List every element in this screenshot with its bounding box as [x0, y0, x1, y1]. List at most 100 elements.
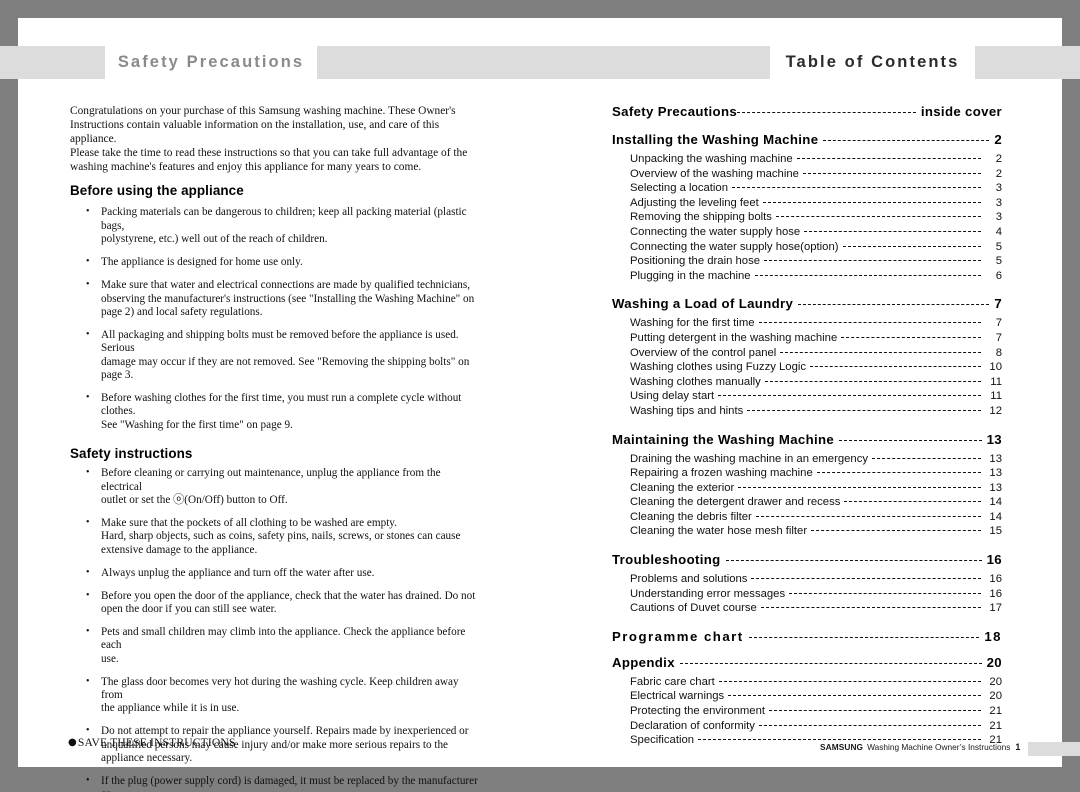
toc-leader-dots	[718, 680, 981, 682]
toc-leader-dots	[728, 695, 981, 697]
toc-major-entry[interactable]: Appendix 20	[612, 655, 1002, 670]
toc-entry-label: Understanding error messages	[630, 587, 786, 600]
list-item: Before washing clothes for the first tim…	[70, 391, 480, 432]
list-item: Make sure that water and electrical conn…	[70, 278, 480, 319]
toc-leader-dots	[816, 472, 981, 474]
toc-minor-entry[interactable]: Selecting a location 3	[630, 181, 1002, 196]
toc-minor-entry[interactable]: Repairing a frozen washing machine 13	[630, 466, 1002, 481]
toc-entry-label: Selecting a location	[630, 182, 728, 195]
toc-leader-dots	[823, 140, 990, 141]
toc-leader-dots	[769, 710, 981, 712]
toc-major-entry[interactable]: Maintaining the Washing Machine 13	[612, 432, 1002, 447]
toc-minor-entry[interactable]: Understanding error messages 16	[630, 587, 1002, 602]
toc-leader-dots	[747, 409, 981, 411]
toc-major-entry[interactable]: Washing a Load of Laundry 7	[612, 296, 1002, 311]
toc-minor-entry[interactable]: Adjusting the leveling feet 3	[630, 196, 1002, 211]
toc-minor-entry[interactable]: Plugging in the machine 6	[630, 269, 1002, 284]
toc-entry-page: 13	[989, 467, 1002, 480]
footer-gray-tab	[1028, 742, 1080, 756]
toc-entry-label: Programme chart	[612, 628, 744, 644]
bullet-line: Before you open the door of the applianc…	[101, 589, 476, 602]
toc-minor-entry[interactable]: Putting detergent in the washing machine…	[630, 331, 1002, 346]
toc-major-entry[interactable]: Installing the Washing Machine 2	[612, 132, 1002, 147]
toc-minor-entry[interactable]: Washing clothes manually 11	[630, 375, 1002, 390]
toc-leader-dots	[679, 662, 982, 664]
bullet-line: The appliance is designed for home use o…	[101, 256, 303, 269]
toc-major-entry[interactable]: Safety Precautions inside cover	[612, 104, 1002, 119]
toc-entry-page: 18	[984, 628, 1002, 644]
toc-minor-entry[interactable]: Washing clothes using Fuzzy Logic 10	[630, 360, 1002, 375]
toc-entry-page: 7	[995, 317, 1002, 330]
toc-entry-page: 21	[989, 719, 1002, 732]
save-these-instructions-notice: ●SAVE THESE INSTRUCTIONS	[68, 736, 236, 749]
toc-entry-page: 16	[989, 573, 1002, 586]
toc-minor-entry[interactable]: Problems and solutions 16	[630, 572, 1002, 587]
toc-minor-entry[interactable]: Cleaning the detergent drawer and recess…	[630, 495, 1002, 510]
toc-minor-entry[interactable]: Unpacking the washing machine 2	[630, 152, 1002, 167]
left-page-content: Congratulations on your purchase of this…	[70, 104, 480, 792]
toc-minor-entry[interactable]: Washing tips and hints 12	[630, 404, 1002, 419]
bullet-line: page 2) and local safety regulations.	[101, 305, 263, 318]
toc-entry-label: Plugging in the machine	[630, 269, 751, 282]
toc-entry-page: 3	[995, 182, 1002, 195]
toc-minor-entry[interactable]: Overview of the washing machine 2	[630, 167, 1002, 182]
toc-minor-entry[interactable]: Draining the washing machine in an emerg…	[630, 452, 1002, 467]
toc-minor-entry[interactable]: Protecting the environment 21	[630, 704, 1002, 719]
list-item: Before you open the door of the applianc…	[70, 589, 480, 617]
intro-paragraph: Congratulations on your purchase of this…	[70, 104, 480, 174]
toc-leader-dots	[842, 245, 981, 247]
toc-leader-dots	[789, 592, 981, 594]
toc-minor-entry[interactable]: Removing the shipping bolts 3	[630, 210, 1002, 225]
toc-minor-entry[interactable]: Fabric care chart 20	[630, 675, 1002, 690]
toc-entry-label: Removing the shipping bolts	[630, 211, 772, 224]
toc-leader-dots	[698, 739, 981, 741]
bullet-line: Make sure that water and electrical conn…	[101, 279, 471, 292]
toc-leader-dots	[758, 322, 981, 324]
toc-leader-dots	[738, 486, 981, 488]
page-footer: SAMSUNG Washing Machine Owner’s Instructi…	[820, 742, 1020, 752]
toc-entry-label: Putting detergent in the washing machine	[630, 331, 838, 344]
toc-entry-page: 5	[995, 255, 1002, 268]
bullet-line: Pets and small children may climb into t…	[101, 625, 466, 652]
bullet-line-power-symbol: outlet or set the ⓞ(On/Off) button to Of…	[101, 493, 288, 506]
toc-entry-page: 20	[989, 675, 1002, 688]
toc-entry-page: 16	[989, 587, 1002, 600]
toc-major-entry[interactable]: Programme chart 18	[612, 629, 1002, 644]
toc-minor-entry[interactable]: Declaration of conformity 21	[630, 719, 1002, 734]
toc-leader-dots	[737, 112, 916, 113]
toc-minor-entry[interactable]: Connecting the water supply hose(option)…	[630, 240, 1002, 255]
toc-minor-entry[interactable]: Using delay start 11	[630, 389, 1002, 404]
bullet-line: The glass door becomes very hot during t…	[101, 675, 459, 701]
bullet-line: use.	[101, 652, 119, 665]
bullet-line: Hard, sharp objects, such as coins, safe…	[101, 530, 461, 543]
toc-minor-entry[interactable]: Cleaning the debris filter 14	[630, 510, 1002, 525]
toc-minor-entry[interactable]: Cleaning the water hose mesh filter 15	[630, 524, 1002, 539]
toc-major-entry[interactable]: Troubleshooting 16	[612, 552, 1002, 567]
list-item: If the plug (power supply cord) is damag…	[70, 774, 480, 792]
toc-minor-entry[interactable]: Cleaning the exterior 13	[630, 481, 1002, 496]
toc-minor-entry[interactable]: Overview of the control panel 8	[630, 346, 1002, 361]
toc-minor-entry[interactable]: Electrical warnings 20	[630, 689, 1002, 704]
list-item: Before cleaning or carrying out maintena…	[70, 466, 480, 507]
toc-minor-entry[interactable]: Cautions of Duvet course 17	[630, 601, 1002, 616]
toc-leader-dots	[796, 158, 981, 159]
toc-minor-entry[interactable]: Washing for the first time 7	[630, 316, 1002, 331]
toc-leader-dots	[755, 515, 981, 517]
toc-leader-dots	[760, 607, 981, 609]
bullet-line: appliance necessary.	[101, 752, 193, 765]
toc-minor-entry[interactable]: Connecting the water supply hose 4	[630, 225, 1002, 240]
toc-leader-dots	[844, 501, 981, 503]
toc-entry-label: Cleaning the water hose mesh filter	[630, 525, 808, 538]
list-item: Packing materials can be dangerous to ch…	[70, 205, 480, 246]
table-of-contents: Safety Precautions inside cover Installing…	[612, 104, 1002, 748]
save-notice-text: SAVE THESE INSTRUCTIONS	[77, 736, 236, 749]
toc-entry-page: 14	[989, 496, 1002, 509]
toc-minor-entry[interactable]: Positioning the drain hose 5	[630, 254, 1002, 269]
toc-entry-page: 3	[995, 196, 1002, 209]
toc-entry-label: Cleaning the debris filter	[630, 510, 752, 523]
toc-entry-label: Installing the Washing Machine	[612, 132, 819, 147]
toc-entry-label: Problems and solutions	[630, 573, 748, 586]
document-spread: Safety Precautions Table of Contents Con…	[0, 0, 1080, 792]
bullet-line: See "Washing for the first time" on page…	[101, 418, 293, 431]
toc-entry-label: Appendix	[612, 654, 675, 670]
